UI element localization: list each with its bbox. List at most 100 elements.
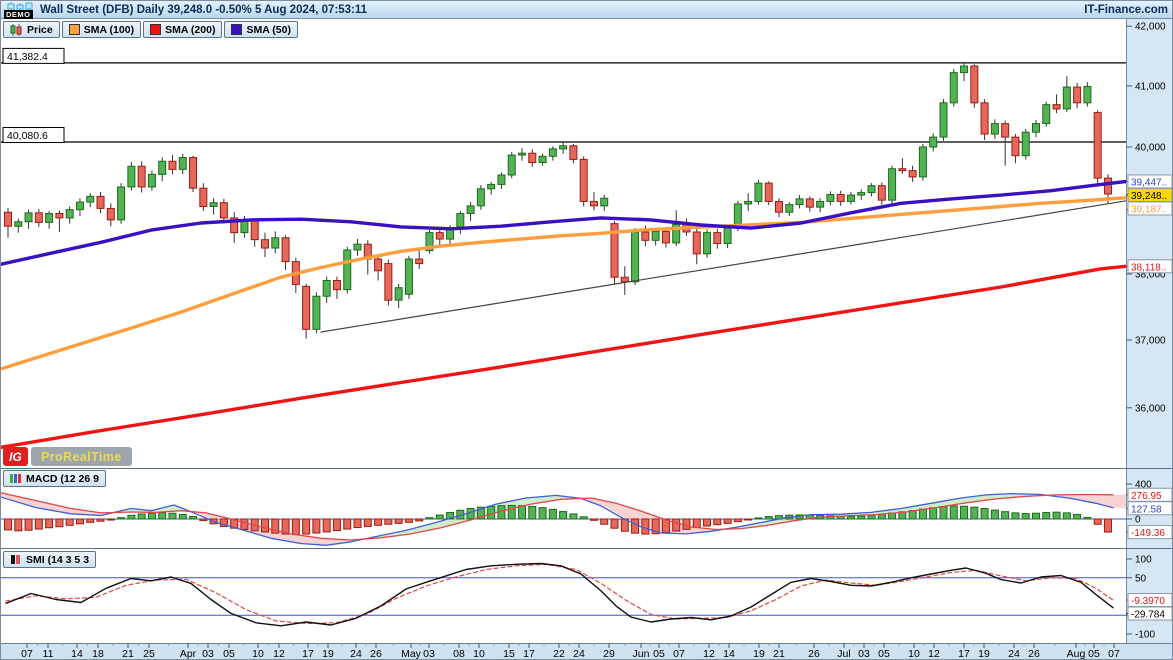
smi-signal-line [6,564,1113,623]
macd-bar [683,519,690,529]
candle [930,137,937,147]
candle [107,208,114,219]
legend-item-sma100[interactable]: SMA (100) [62,21,141,38]
axis-tick-label: 40,000 [1135,143,1166,154]
smi-line [6,564,1113,626]
candle [858,193,865,196]
axis-tick-label: 36,000 [1135,403,1166,414]
candle [241,221,248,233]
macd-bar [765,517,772,519]
macd-bar [179,514,186,519]
macd-bar [354,519,361,528]
candle [621,277,628,282]
axis-tick-label: 41,000 [1135,81,1166,92]
legend-item-sma50[interactable]: SMA (50) [224,21,298,38]
candle [97,196,104,208]
macd-bar [303,519,310,534]
time-tick-label: 05 [1088,648,1100,660]
candle [991,124,998,134]
candle [837,194,844,201]
title-bar: DEMO Wall Street (DFB) Daily 39,248.0 -0… [1,1,1173,19]
macd-bar [385,519,392,524]
macd-bar [1074,514,1081,519]
sma100-swatch [69,24,80,35]
macd-bar [704,519,711,526]
candle [323,280,330,296]
candle [138,166,145,187]
sma200-swatch [150,24,161,35]
candle [251,221,258,240]
page-title: Wall Street (DFB) Daily 39,248.0 -0.50% … [40,4,367,16]
legend-item-sma200[interactable]: SMA (200) [143,21,222,38]
time-tick-label: 26 [1028,648,1040,660]
svg-text:39,447..: 39,447.. [1131,177,1167,188]
macd-bar [745,519,752,520]
candle [1104,178,1111,194]
candle [847,195,854,201]
candle [5,212,12,226]
candle [169,161,176,169]
candle [961,66,968,73]
macd-bar [1002,512,1009,519]
macd-bar [611,519,618,528]
macd-bar [5,519,12,530]
macd-bar [169,513,176,519]
time-tick-label: 17 [958,648,970,660]
macd-bar [128,515,135,519]
macd-bar [714,519,721,525]
macd-bar [693,519,700,528]
candle [1094,113,1101,179]
macd-bar [632,519,639,533]
candle [118,187,125,220]
candle [899,169,906,171]
macd-bar [375,519,382,525]
demo-badge: DEMO [4,10,33,19]
macd-bar [1022,514,1029,519]
macd-bar [344,519,351,529]
ig-prorealtime-logo[interactable]: IG ProRealTime [3,447,132,466]
time-tick-label: 12 [273,648,285,660]
time-tick-label: 25 [143,648,155,660]
candle [1043,105,1050,124]
macd-bar [1053,512,1060,519]
macd-bar [1094,519,1101,524]
candle [15,222,22,226]
legend-item-price[interactable]: Price [3,21,60,38]
macd-bar [395,519,402,523]
candle [210,203,217,207]
sma50-swatch [231,24,242,35]
macd-bar [159,513,166,519]
time-tick-label: 21 [122,648,134,660]
candle [66,210,73,218]
candle [1033,124,1040,133]
smi-tab[interactable]: SMI (14 3 5 3 [3,551,96,570]
macd-tab[interactable]: MACD (12 26 9 [3,470,106,489]
axis-tick-label: 100 [1135,555,1152,566]
chart-canvas[interactable]: 41,382.440,080.642,00041,00040,00039,000… [1,1,1173,660]
candle [796,199,803,205]
macd-bar [200,519,207,521]
macd-bar [878,514,885,519]
svg-text:39,248..: 39,248.. [1131,191,1167,202]
time-tick-label: 05 [878,648,890,660]
ig-logo: IG [3,447,28,466]
macd-bar [1084,517,1091,519]
macd-bar [981,509,988,520]
time-tick-label: 08 [453,648,465,660]
candle [632,232,639,282]
candle [508,155,515,175]
candle [817,201,824,207]
candle [919,147,926,177]
svg-text:-9.3970: -9.3970 [1131,596,1165,607]
macd-bar [436,515,443,519]
candle [539,156,546,162]
candle [128,166,135,187]
macd-bar [601,519,608,524]
time-tick-label: 17 [302,648,314,660]
macd-bar [724,519,731,523]
candle [385,264,392,301]
candle [488,184,495,188]
macd-bar [961,506,968,519]
time-tick-label: 29 [603,648,615,660]
axis-tick-label: 42,000 [1135,22,1166,33]
